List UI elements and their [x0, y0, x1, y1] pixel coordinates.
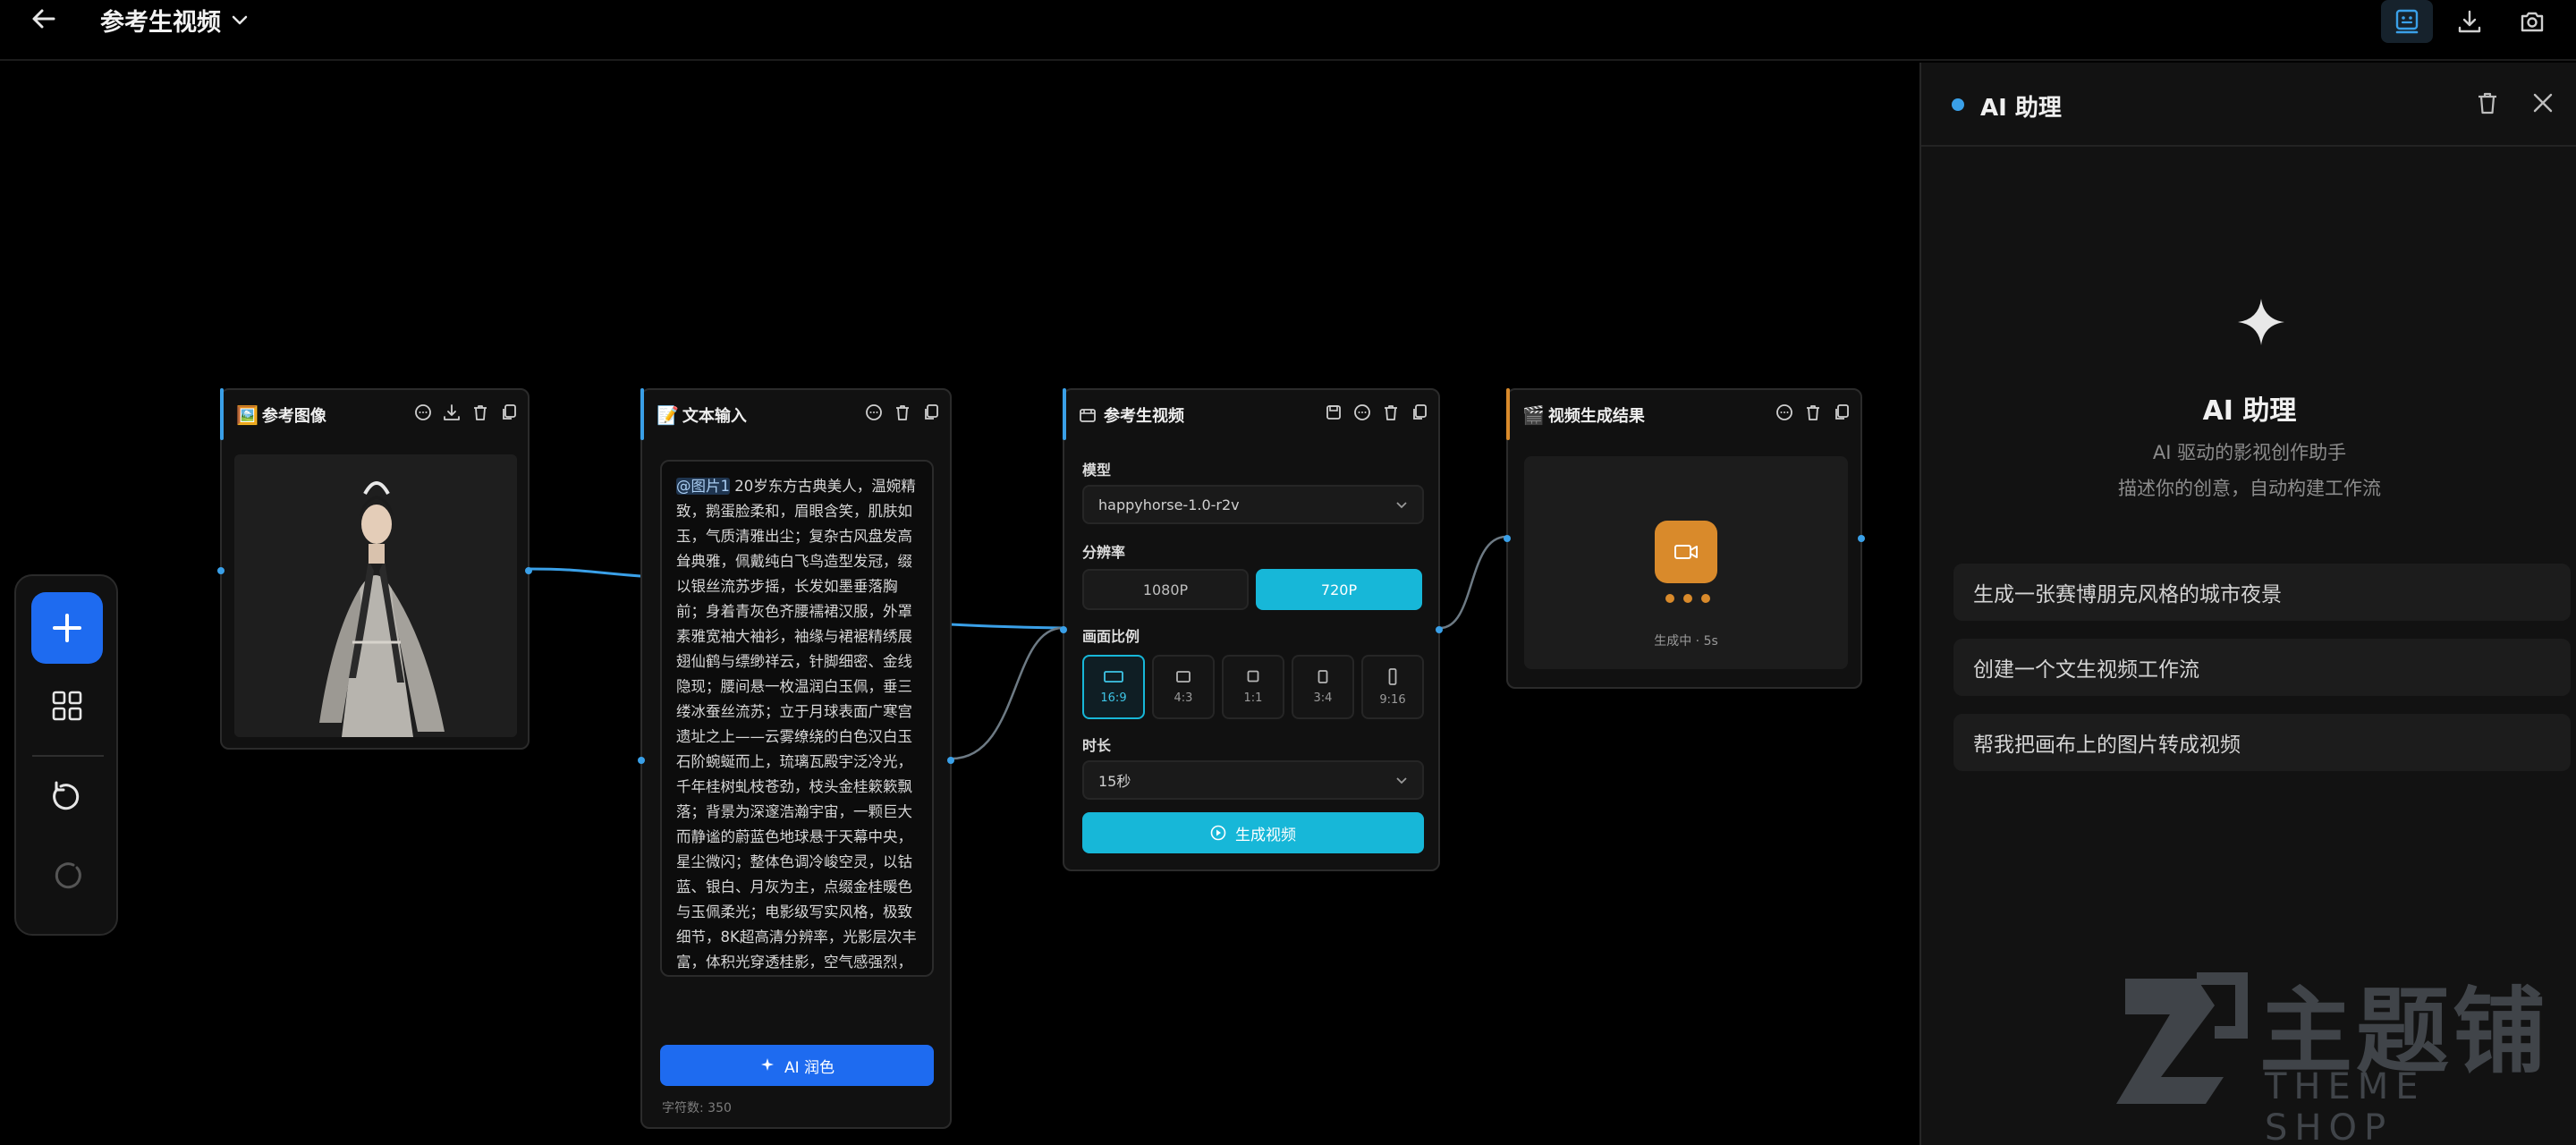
watermark: 主题铺 THEME SHOP	[2089, 946, 2555, 1145]
memo-icon: 📝	[657, 404, 679, 426]
suggestion-item[interactable]: 创建一个文生视频工作流	[1953, 639, 2571, 696]
char-count: 字符数: 350	[662, 1101, 732, 1115]
video-icon	[1080, 409, 1096, 422]
comment-icon[interactable]	[413, 403, 433, 422]
watermark-subtext: THEME SHOP	[2265, 1066, 2426, 1145]
generate-label: 生成视频	[1235, 826, 1296, 844]
camera-icon[interactable]	[2506, 0, 2558, 43]
ratio-9-16-button[interactable]: 9:16	[1361, 655, 1424, 719]
save-icon[interactable]	[1324, 403, 1343, 422]
model-value: happyhorse-1.0-r2v	[1098, 496, 1240, 513]
output-port[interactable]	[1436, 626, 1443, 633]
ratio-shape-icon	[1388, 667, 1397, 685]
prompt-text: 20岁东方古典美人，温婉精致，鹅蛋脸柔和，眉眼含笑，肌肤如玉，气质清雅出尘；复杂…	[676, 478, 917, 971]
comment-icon[interactable]	[1352, 403, 1372, 422]
copy-icon[interactable]	[1410, 403, 1429, 422]
suggestion-item[interactable]: 生成一张赛博朋克风格的城市夜景	[1953, 564, 2571, 621]
output-port[interactable]	[1858, 535, 1865, 542]
video-camera-icon	[1655, 521, 1717, 583]
sparkle-icon	[2238, 299, 2284, 345]
ai-subtitle: AI 驱动的影视创作助手	[2152, 442, 2347, 463]
result-preview: 生成中 · 5s	[1524, 456, 1848, 669]
ratio-label-text: 4:3	[1174, 691, 1193, 705]
ai-subtitle: 描述你的创意，自动构建工作流	[2118, 478, 2381, 499]
sparkle-icon	[760, 1058, 774, 1071]
duration-select[interactable]: 15秒	[1082, 760, 1424, 800]
ai-polish-label: AI 润色	[784, 1058, 835, 1077]
download-icon[interactable]	[2444, 0, 2496, 43]
ratio-shape-icon	[1104, 670, 1123, 683]
ratio-shape-icon	[1318, 669, 1328, 683]
download-icon[interactable]	[442, 403, 462, 422]
input-port[interactable]	[217, 567, 225, 574]
model-select[interactable]: happyhorse-1.0-r2v	[1082, 485, 1424, 524]
resolution-1080p-button[interactable]: 1080P	[1082, 569, 1249, 610]
ratio-16-9-button[interactable]: 16:9	[1082, 655, 1145, 719]
ratio-label-text: 1:1	[1243, 691, 1263, 705]
connector-video-to-result	[1439, 535, 1507, 630]
ai-panel-title: AI 助理	[1980, 95, 2062, 122]
chevron-down-icon	[1396, 777, 1407, 785]
ratio-label: 画面比例	[1082, 628, 1140, 645]
trash-icon[interactable]	[893, 403, 912, 422]
ratio-label-text: 3:4	[1313, 691, 1333, 705]
trash-icon[interactable]	[1803, 403, 1823, 422]
suggestion-item[interactable]: 帮我把画布上的图片转成视频	[1953, 714, 2571, 771]
node-title: 文本输入	[682, 407, 747, 426]
duration-value: 15秒	[1098, 773, 1131, 790]
ratio-shape-icon	[1247, 670, 1259, 682]
node-title: 参考生视频	[1104, 407, 1184, 426]
trash-icon[interactable]	[470, 403, 490, 422]
ratio-label-text: 16:9	[1100, 691, 1127, 705]
assistant-toggle-icon[interactable]	[2381, 0, 2433, 43]
play-circle-icon	[1210, 825, 1226, 841]
input-port[interactable]	[638, 757, 645, 764]
image-mention-tag[interactable]: @图片1	[676, 478, 730, 495]
picture-icon: 🖼️	[236, 404, 258, 426]
watermark-logo	[2116, 972, 2248, 1104]
ratio-label-text: 9:16	[1379, 692, 1406, 707]
status-dot	[1952, 98, 1964, 111]
connector-text-to-video	[951, 626, 1063, 760]
copy-icon[interactable]	[1832, 403, 1852, 422]
loading-dots	[1665, 594, 1710, 603]
reference-image	[234, 454, 517, 737]
ai-panel-header: AI 助理	[1921, 63, 2576, 147]
resolution-720p-button[interactable]: 720P	[1256, 569, 1422, 610]
ratio-shape-icon	[1176, 670, 1191, 683]
node-title: 视频生成结果	[1547, 407, 1645, 426]
copy-icon[interactable]	[499, 403, 519, 422]
comment-icon[interactable]	[864, 403, 884, 422]
prompt-textarea[interactable]: @图片1 20岁东方古典美人，温婉精致，鹅蛋脸柔和，眉眼含笑，肌肤如玉，气质清雅…	[660, 460, 934, 977]
clapper-icon: 🎬	[1522, 404, 1545, 426]
generate-video-button[interactable]: 生成视频	[1082, 812, 1424, 853]
trash-icon[interactable]	[2474, 89, 2501, 116]
reference-video-node[interactable]: 参考生视频 模型 happyhorse-1.0-r2v 分辨率 1080P 72…	[1060, 388, 1443, 871]
duration-label: 时长	[1082, 737, 1112, 754]
model-label: 模型	[1082, 462, 1112, 479]
connector-image-to-text	[529, 567, 641, 578]
ai-welcome-title: AI 助理	[2202, 395, 2297, 427]
close-icon[interactable]	[2529, 89, 2556, 116]
ratio-3-4-button[interactable]: 3:4	[1292, 655, 1354, 719]
ratio-4-3-button[interactable]: 4:3	[1152, 655, 1215, 719]
output-port[interactable]	[947, 757, 954, 764]
video-result-node[interactable]: 🎬 视频生成结果 生成中 · 5s	[1504, 388, 1865, 689]
ai-polish-button[interactable]: AI 润色	[660, 1045, 934, 1086]
text-input-node[interactable]: 📝 文本输入 @图片1 20岁东方古典美人，温婉精致，鹅蛋脸柔和，眉眼含笑，肌肤…	[638, 388, 954, 1129]
copy-icon[interactable]	[921, 403, 941, 422]
resolution-label: 分辨率	[1082, 544, 1126, 561]
comment-icon[interactable]	[1775, 403, 1794, 422]
trash-icon[interactable]	[1381, 403, 1401, 422]
input-port[interactable]	[1060, 626, 1067, 633]
input-port[interactable]	[1504, 535, 1511, 542]
output-port[interactable]	[525, 567, 532, 574]
node-title: 参考图像	[261, 407, 326, 426]
reference-image-node[interactable]: 🖼️ 参考图像	[217, 388, 532, 750]
chevron-down-icon	[1396, 502, 1407, 509]
generation-status: 生成中 · 5s	[1654, 634, 1718, 649]
ratio-1-1-button[interactable]: 1:1	[1222, 655, 1284, 719]
